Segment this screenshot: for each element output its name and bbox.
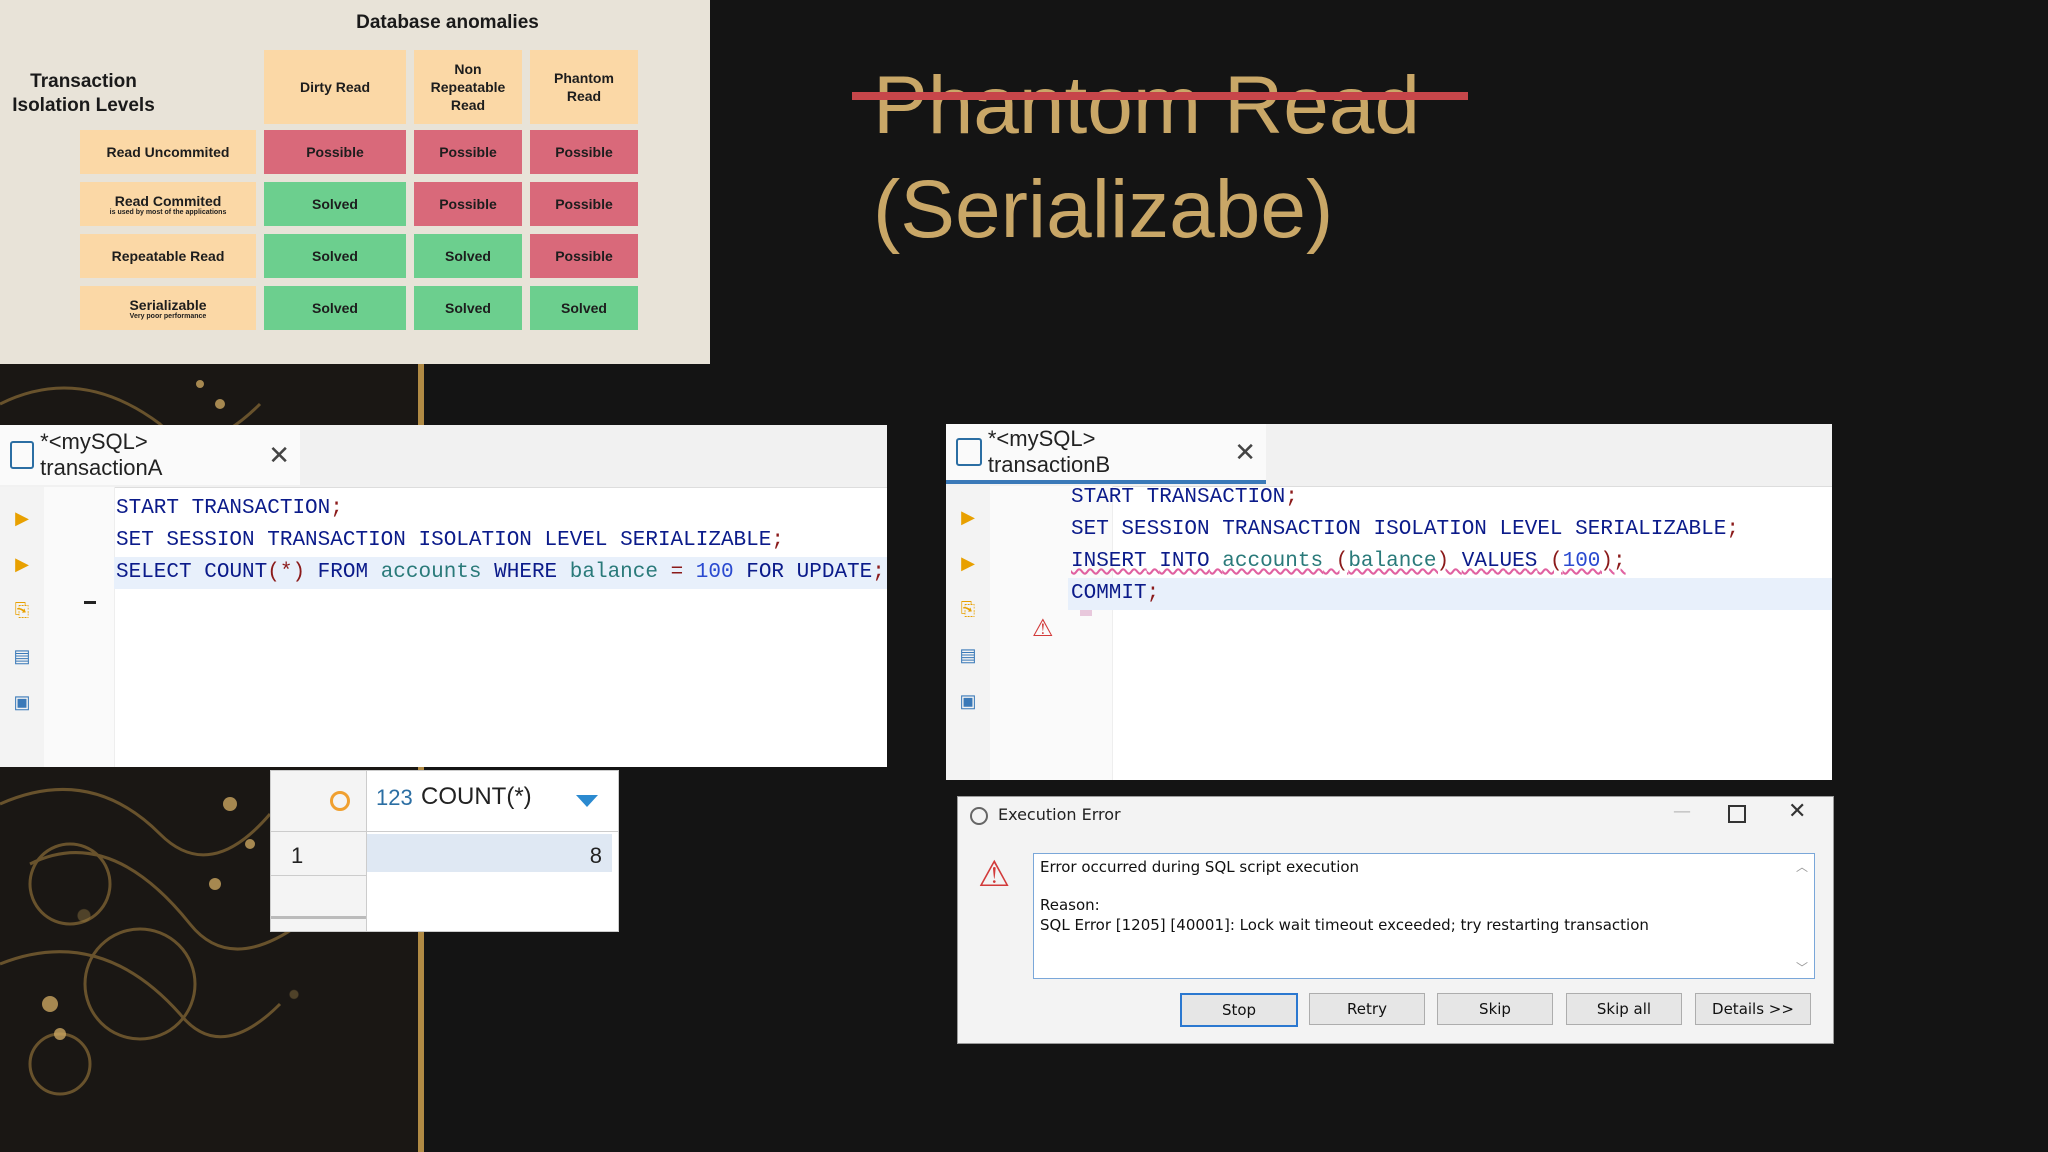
current-line-highlight bbox=[1068, 578, 1832, 610]
editor-toolbar-gutter: ▶ ▶ ⎘ ▤ ▣ bbox=[0, 487, 44, 767]
scroll-up-icon[interactable]: ︿ bbox=[1796, 858, 1808, 875]
code-line-4[interactable]: COMMIT; bbox=[1071, 578, 1159, 610]
row-label: Read Commited is used by most of the appl… bbox=[80, 182, 256, 226]
column-header-2: Phantom Read bbox=[530, 50, 638, 124]
numeric-type-icon: 123 bbox=[376, 785, 413, 810]
error-message-box[interactable]: Error occurred during SQL script executi… bbox=[1033, 853, 1815, 979]
row-label: Serializable Very poor performance bbox=[80, 286, 256, 330]
table-cell: Solved bbox=[264, 182, 406, 226]
table-cell: Possible bbox=[530, 234, 638, 278]
tab-title: *<mySQL> transactionB bbox=[987, 426, 1111, 477]
run-new-tab-icon[interactable]: ▶ bbox=[12, 553, 32, 575]
row-number: 1 bbox=[291, 843, 304, 868]
editor-transactionB: *<mySQL> transactionB ✕ ▶ ▶ ⎘ ▤ ▣ ⚠ STAR… bbox=[946, 424, 1832, 780]
tab-transactionA[interactable]: *<mySQL> transactionA ✕ bbox=[0, 425, 300, 485]
editor-tabbar: *<mySQL> transactionA ✕ bbox=[0, 425, 887, 488]
execute-script-icon[interactable]: ⎘ bbox=[958, 598, 978, 620]
table-cell: Possible bbox=[530, 130, 638, 174]
code-line-3[interactable]: SELECT COUNT(*) FROM accounts WHERE bala… bbox=[116, 557, 885, 589]
result-grid: 123 COUNT(*) 1 8 bbox=[270, 770, 619, 932]
execution-error-dialog: Execution Error — ✕ ⚠ Error occurred dur… bbox=[957, 796, 1834, 1044]
maximize-icon[interactable] bbox=[1728, 805, 1746, 823]
execute-script-icon[interactable]: ⎘ bbox=[12, 599, 32, 621]
warning-icon[interactable]: ⚠ bbox=[1032, 614, 1054, 643]
close-icon[interactable]: ✕ bbox=[1788, 799, 1806, 824]
details-button[interactable]: Details >> bbox=[1695, 993, 1811, 1025]
table-title: Database anomalies bbox=[356, 12, 539, 33]
line-gutter bbox=[44, 487, 115, 767]
error-message: Error occurred during SQL script executi… bbox=[1040, 858, 1360, 876]
reason-text: SQL Error [1205] [40001]: Lock wait time… bbox=[1040, 916, 1649, 934]
fold-marker-icon[interactable] bbox=[84, 601, 96, 604]
run-statement-icon[interactable]: ▶ bbox=[12, 507, 32, 529]
isolation-levels-table-image: Database anomalies Transaction Isolation… bbox=[0, 0, 710, 364]
tab-title: *<mySQL> transactionA bbox=[40, 429, 163, 480]
dialog-title: Execution Error bbox=[998, 805, 1121, 824]
retry-button[interactable]: Retry bbox=[1309, 993, 1425, 1025]
sort-dropdown-icon[interactable] bbox=[576, 795, 598, 807]
reason-label: Reason: bbox=[1040, 896, 1100, 914]
stop-button[interactable]: Stop bbox=[1180, 993, 1298, 1027]
code-line-3[interactable]: INSERT INTO accounts (balance) VALUES (1… bbox=[1071, 546, 1626, 578]
table-cell: Solved bbox=[414, 234, 522, 278]
table-cell: Solved bbox=[414, 286, 522, 330]
table-cell: Possible bbox=[414, 130, 522, 174]
skip-button[interactable]: Skip bbox=[1437, 993, 1553, 1025]
row-label: Repeatable Read bbox=[80, 234, 256, 278]
minimize-icon[interactable]: — bbox=[1673, 801, 1691, 822]
editor-tabbar: *<mySQL> transactionB ✕ bbox=[946, 424, 1832, 487]
table-cell: Solved bbox=[264, 234, 406, 278]
close-icon[interactable]: ✕ bbox=[268, 440, 290, 471]
slide-subtitle: (Serializabe) bbox=[873, 164, 1334, 255]
code-line-1[interactable]: START TRANSACTION; bbox=[116, 493, 343, 525]
sql-script-icon bbox=[10, 441, 35, 469]
table-cell: Possible bbox=[530, 182, 638, 226]
tab-transactionB[interactable]: *<mySQL> transactionB ✕ bbox=[946, 424, 1266, 484]
code-line-2[interactable]: SET SESSION TRANSACTION ISOLATION LEVEL … bbox=[1071, 514, 1739, 546]
title-strike-line bbox=[852, 92, 1468, 100]
column-header-0: Dirty Read bbox=[264, 50, 406, 124]
console-icon[interactable]: ▣ bbox=[958, 690, 978, 712]
run-statement-icon[interactable]: ▶ bbox=[958, 506, 978, 528]
column-header-1: Non Repeatable Read bbox=[414, 50, 522, 124]
code-line-2[interactable]: SET SESSION TRANSACTION ISOLATION LEVEL … bbox=[116, 525, 784, 557]
row-header-column bbox=[271, 771, 367, 931]
select-all-icon[interactable] bbox=[330, 791, 350, 811]
table-cell: Solved bbox=[264, 286, 406, 330]
explain-plan-icon[interactable]: ▤ bbox=[12, 645, 32, 667]
console-icon[interactable]: ▣ bbox=[12, 691, 32, 713]
app-logo-icon bbox=[970, 807, 988, 825]
editor-toolbar-gutter: ▶ ▶ ⎘ ▤ ▣ bbox=[946, 486, 990, 780]
skip-all-button[interactable]: Skip all bbox=[1566, 993, 1682, 1025]
result-cell[interactable]: 8 bbox=[367, 843, 602, 869]
explain-plan-icon[interactable]: ▤ bbox=[958, 644, 978, 666]
table-corner-label: Transaction Isolation Levels bbox=[12, 71, 155, 116]
table-cell: Possible bbox=[414, 182, 522, 226]
column-header[interactable]: COUNT(*) bbox=[421, 783, 532, 811]
run-new-tab-icon[interactable]: ▶ bbox=[958, 552, 978, 574]
table-cell: Possible bbox=[264, 130, 406, 174]
table-cell: Solved bbox=[530, 286, 638, 330]
error-warning-icon: ⚠ bbox=[978, 854, 1011, 895]
sql-script-icon bbox=[956, 438, 982, 466]
editor-transactionA: *<mySQL> transactionA ✕ ▶ ▶ ⎘ ▤ ▣ START … bbox=[0, 425, 887, 767]
slide-title-struck: Phantom Read bbox=[873, 60, 1421, 151]
code-line-1[interactable]: START TRANSACTION; bbox=[1071, 482, 1298, 514]
scroll-down-icon[interactable]: ﹀ bbox=[1796, 959, 1808, 976]
close-icon[interactable]: ✕ bbox=[1234, 437, 1256, 468]
row-label: Read Uncommited bbox=[80, 130, 256, 174]
